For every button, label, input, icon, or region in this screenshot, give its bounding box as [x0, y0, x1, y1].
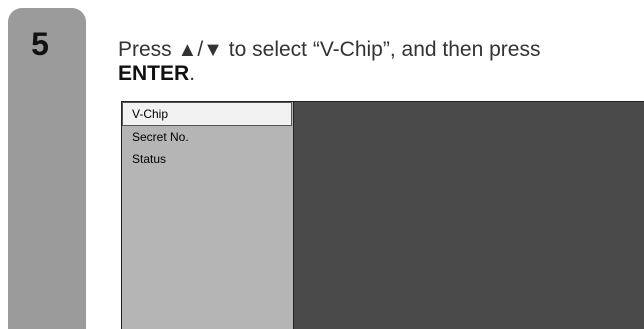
tv-screen: V-Chip Secret No. Status: [121, 101, 644, 329]
menu-item-v-chip[interactable]: V-Chip: [122, 102, 292, 126]
down-arrow-icon: ▼: [203, 39, 223, 61]
menu-item-status[interactable]: Status: [122, 148, 293, 170]
instruction-line-2: ENTER.: [118, 62, 644, 86]
instruction-text: Press ▲/▼ to select “V-Chip”, and then p…: [118, 38, 644, 86]
menu-panel: V-Chip Secret No. Status: [122, 102, 294, 329]
enter-key-label: ENTER: [118, 62, 190, 85]
step-marker: 5: [8, 8, 86, 329]
instruction-middle: to select “V-Chip”, and then press: [222, 38, 541, 61]
preview-area: [294, 102, 644, 329]
instruction-line-1: Press ▲/▼ to select “V-Chip”, and then p…: [118, 38, 644, 62]
menu-item-secret-no[interactable]: Secret No.: [122, 126, 293, 148]
instruction-period: .: [189, 62, 196, 85]
step-number: 5: [31, 26, 49, 62]
up-arrow-icon: ▲: [177, 39, 198, 61]
instruction-press: Press: [118, 38, 178, 61]
